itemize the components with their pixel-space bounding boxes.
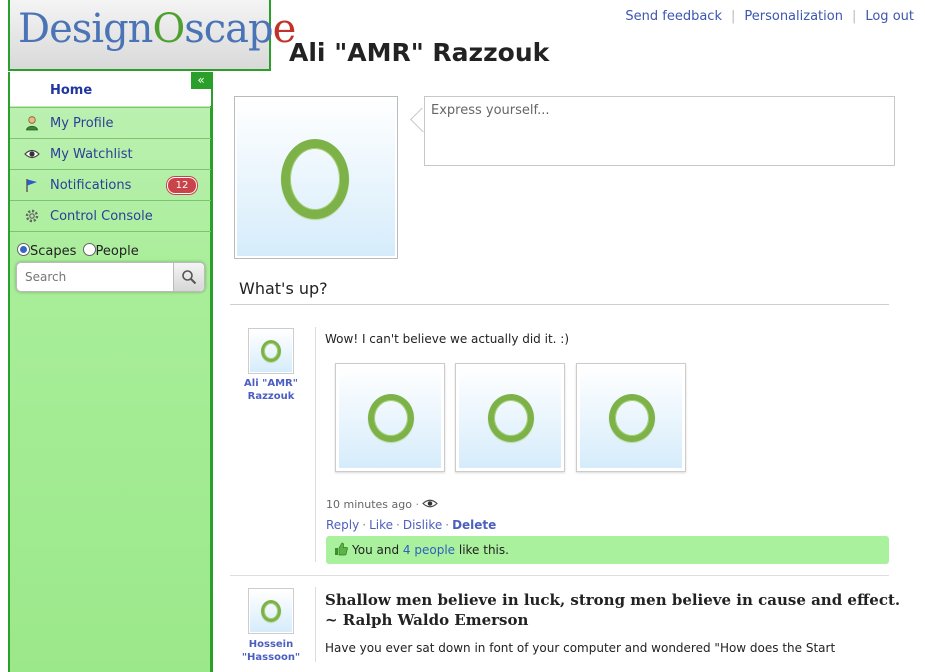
scapes-label: Scapes [30, 244, 77, 259]
sidebar-item-label: Control Console [50, 209, 153, 224]
likes-people-link[interactable]: 4 people [403, 543, 455, 557]
sidebar-item-my-profile[interactable]: My Profile [10, 107, 211, 138]
status-placeholder: Express yourself... [431, 103, 550, 118]
profile-avatar[interactable] [234, 96, 398, 259]
logo-o-icon [339, 367, 441, 468]
post-timestamp: 10 minutes ago [326, 498, 412, 511]
sidebar-item-home[interactable]: Home [10, 72, 211, 106]
search-button[interactable] [173, 263, 204, 291]
send-feedback-link[interactable]: Send feedback [625, 9, 722, 24]
logo-text: DesignOscape [18, 6, 296, 52]
likes-prefix: You and [352, 543, 400, 557]
flag-icon [24, 177, 40, 193]
thumbs-up-icon [334, 542, 348, 560]
post-image[interactable] [455, 363, 565, 472]
sidebar-item-control-console[interactable]: Control Console [10, 200, 211, 232]
search-scope: Scapes People [17, 243, 139, 259]
sidebar-item-notifications[interactable]: Notifications 12 [10, 169, 211, 200]
logo-o-icon [237, 99, 395, 256]
post-meta: 10 minutes ago · [326, 498, 439, 511]
likes-suffix: like this. [458, 543, 509, 557]
post-author[interactable]: Hossein "Hassoon" [236, 638, 306, 664]
delete-link[interactable]: Delete [452, 518, 496, 532]
logout-link[interactable]: Log out [865, 9, 914, 24]
logo-o-icon [580, 367, 682, 468]
search-box [16, 262, 205, 292]
scapes-radio[interactable] [17, 243, 30, 256]
people-label: People [95, 244, 139, 259]
personalization-link[interactable]: Personalization [744, 9, 843, 24]
user-icon [24, 115, 40, 131]
post-actions: Reply · Like · Dislike · Delete [326, 518, 497, 532]
visibility-eye-icon[interactable] [422, 498, 439, 511]
search-input[interactable] [25, 270, 175, 284]
logo-o-icon [250, 590, 292, 632]
avatar[interactable] [248, 588, 294, 634]
site-logo[interactable]: DesignOscape [8, 0, 296, 71]
divider [230, 304, 889, 305]
post-author[interactable]: Ali "AMR" Razzouk [236, 377, 306, 403]
logo-o-icon [250, 330, 292, 372]
page-title: Ali "AMR" Razzouk [289, 38, 550, 67]
status-pointer [402, 108, 424, 132]
reply-link[interactable]: Reply [326, 518, 359, 532]
post-text: Have you ever sat down in font of your c… [325, 641, 836, 655]
divider [315, 327, 316, 562]
sidebar-item-label: Notifications [50, 178, 132, 193]
eye-icon [24, 146, 40, 162]
feed-title: What's up? [239, 279, 328, 298]
status-input[interactable]: Express yourself... [424, 96, 895, 166]
people-radio[interactable] [82, 243, 96, 256]
divider [315, 587, 316, 662]
dislike-link[interactable]: Dislike [403, 518, 442, 532]
post-image[interactable] [576, 363, 686, 472]
likes-bar: You and 4 people like this. [326, 536, 889, 564]
search-icon [181, 268, 197, 286]
divider [230, 575, 889, 576]
quote-line: Shallow men believe in luck, strong men … [325, 591, 901, 609]
post-quote: Shallow men believe in luck, strong men … [325, 590, 900, 630]
like-link[interactable]: Like [369, 518, 393, 532]
logo-o-icon [459, 367, 561, 468]
post-image[interactable] [335, 363, 445, 472]
post-text: Wow! I can't believe we actually did it.… [325, 332, 570, 346]
sidebar-item-label: My Profile [50, 116, 114, 131]
collapse-sidebar-button[interactable]: « [191, 72, 211, 89]
top-links: Send feedback | Personalization | Log out [625, 9, 914, 24]
sidebar-item-my-watchlist[interactable]: My Watchlist [10, 138, 211, 169]
gear-icon [24, 208, 40, 224]
avatar[interactable] [248, 328, 294, 374]
sidebar: Home « My Profile My Watchlist Notificat… [8, 72, 213, 672]
sidebar-item-label: My Watchlist [50, 147, 133, 162]
quote-attribution: ~ Ralph Waldo Emerson [325, 611, 529, 629]
notification-count-badge: 12 [167, 177, 197, 194]
